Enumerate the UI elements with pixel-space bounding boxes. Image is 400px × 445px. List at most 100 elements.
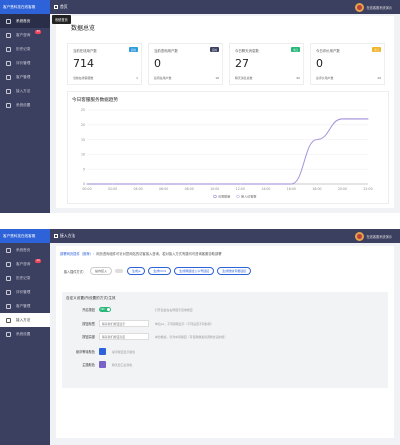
sidebar-item-label: 评价管理 xyxy=(16,60,31,65)
sidebar-item-home[interactable]: 系统首页 xyxy=(0,14,50,28)
x-tick-label: 04:00 xyxy=(133,187,142,191)
sidebar-item-integration[interactable]: 接入方法 xyxy=(0,84,50,98)
top-bar: 接入方法 在线客服系统演示 xyxy=(50,229,400,243)
gear-icon xyxy=(6,102,11,108)
x-tick-label: 00:00 xyxy=(82,187,91,191)
y-tick-label: 10 xyxy=(81,153,85,157)
sidebar-item-history[interactable]: 历史记录 xyxy=(0,271,50,285)
option-toggle[interactable] xyxy=(115,269,124,273)
sidebar-item-integration[interactable]: 接入方法 xyxy=(0,313,50,327)
code-icon xyxy=(6,88,11,94)
y-tick-label: 5 xyxy=(83,167,85,171)
avatar[interactable] xyxy=(354,231,364,241)
stat-value: 27 xyxy=(235,57,249,70)
sidebar-item-label: 历史记录 xyxy=(16,46,31,51)
sidebar-item-customers[interactable]: 客户管理 xyxy=(0,70,50,84)
user-menu[interactable]: 在线客服系统演示 xyxy=(354,231,400,241)
field-hint: 打开后会在右侧展示咨询按钮 xyxy=(155,307,193,312)
avatar[interactable] xyxy=(354,2,364,12)
sidebar-item-rating[interactable]: 评价管理 xyxy=(0,285,50,299)
sidebar-item-consult[interactable]: 客户咨询 12 xyxy=(0,257,50,271)
section-title: 自定义设置(所设置的方式)生效 xyxy=(66,296,116,300)
sidebar-item-label: 客户咨询 xyxy=(16,32,31,37)
x-tick-label: 12:00 xyxy=(236,187,245,191)
sidebar-nav: 系统首页 客户咨询 12 历史记录 评价管理 客户管理 接入方法 系统设置 xyxy=(0,243,50,341)
dashboard-panel: 数据总览 当前在线用户数 实时 714 当前在线客服数 1 当前咨询用户数 实时 … xyxy=(56,16,394,208)
integration-method-row: 接入插件方式： 站内接入 生成js 生成html 生成网络加公众号链接 生成微信… xyxy=(56,267,254,275)
breadcrumb-label: 接入方法 xyxy=(60,233,76,238)
data-point xyxy=(188,183,190,185)
home-icon xyxy=(6,247,11,253)
data-point xyxy=(367,118,369,120)
generate-wechat-link-button[interactable]: 生成微信专属链接 xyxy=(217,267,252,275)
breadcrumb-label: 首页 xyxy=(60,4,68,9)
star-icon xyxy=(6,60,11,66)
sidebar-item-consult[interactable]: 客户咨询 33 xyxy=(0,28,50,42)
enable-switch[interactable]: ON xyxy=(99,307,111,312)
dashboard-screen: 客户慧科技在线客服 系统首页 客户咨询 33 历史记录 评价管理 客户管理 接入方… xyxy=(0,0,400,213)
stat-foot-value: 29 xyxy=(377,76,381,80)
sidebar-item-settings[interactable]: 系统设置 xyxy=(0,327,50,341)
hover-color-swatch[interactable] xyxy=(99,348,106,355)
x-tick-label: 14:00 xyxy=(261,187,270,191)
sidebar-item-settings[interactable]: 系统设置 xyxy=(0,98,50,112)
field-theme-color: 主题颜色 聊天窗口主题色 xyxy=(66,361,132,368)
data-point xyxy=(163,183,165,185)
tooltip: 系统首页 xyxy=(52,15,71,24)
sidebar-item-label: 系统设置 xyxy=(16,102,31,107)
data-point xyxy=(316,139,318,141)
option-onsite[interactable]: 站内接入 xyxy=(90,267,113,275)
integration-panel: 部署网页插件（推荐）：网页咨询组件可针对您网站的访客接入咨询，若对接入方式有疑问… xyxy=(56,246,394,438)
y-tick-label: 0 xyxy=(83,182,85,186)
data-point xyxy=(341,118,343,120)
legend-marker xyxy=(236,194,240,199)
sidebar-item-label: 接入方法 xyxy=(16,88,31,93)
sidebar-item-label: 客户管理 xyxy=(16,303,31,308)
sidebar-item-history[interactable]: 历史记录 xyxy=(0,42,50,56)
page-title: 数据总览 xyxy=(71,25,96,32)
stat-label: 当前咨询用户数 xyxy=(154,49,178,53)
button-height-input[interactable] xyxy=(99,333,149,340)
sidebar-item-rating[interactable]: 评价管理 xyxy=(0,56,50,70)
stat-label: 今日评价用户数 xyxy=(316,49,340,53)
field-label: 开启按钮 xyxy=(82,308,95,312)
field-hint: 单位像素，针对中间按钮（可使用像素值调整合适的值） xyxy=(155,334,228,339)
stat-foot-value: 1 xyxy=(136,76,138,80)
generate-html-button[interactable]: 生成html xyxy=(148,267,172,275)
chat-icon xyxy=(6,32,11,38)
brand-logo[interactable]: 客户慧科技在线客服 xyxy=(0,0,50,14)
field-label: 按钮高度 xyxy=(82,335,95,339)
user-menu[interactable]: 在线客服系统演示 xyxy=(354,2,400,12)
menu-icon[interactable] xyxy=(54,234,58,238)
button-label-input[interactable] xyxy=(99,320,149,327)
row-label: 接入插件方式： xyxy=(63,269,86,274)
generate-js-button[interactable]: 生成js xyxy=(127,267,146,275)
sidebar-item-label: 系统首页 xyxy=(16,18,31,23)
field-button-label: 按钮标签 单位px，不同屏幕显示（不同设置不同的项） xyxy=(66,320,213,327)
stat-foot-label: 接待总用户数 xyxy=(154,76,172,80)
legend-label: 接入访客数 xyxy=(241,194,256,199)
sidebar-item-customers[interactable]: 客户管理 xyxy=(0,299,50,313)
theme-color-swatch[interactable] xyxy=(99,361,106,368)
stat-foot-value: 18 xyxy=(215,76,219,80)
stat-foot-label: 总评价用户数 xyxy=(316,76,334,80)
breadcrumb: 接入方法 xyxy=(50,233,75,239)
trend-chart: 0 5 10 15 20 25 00:00 02:00 04:00 06:00 08:00 10:00… xyxy=(81,108,373,199)
star-icon xyxy=(6,289,11,295)
unread-badge: 12 xyxy=(35,259,41,263)
x-tick-label: 08:00 xyxy=(185,187,194,191)
brand-logo[interactable]: 客户慧科技在线客服 xyxy=(0,229,50,243)
x-tick-label: 20:00 xyxy=(338,187,347,191)
custom-settings-section: 自定义设置(所设置的方式)生效 开启按钮 ON 打开后会在右侧展示咨询按钮 按钮… xyxy=(62,292,388,388)
legend-marker xyxy=(213,194,217,199)
generate-public-link-button[interactable]: 生成网络加公众号链接 xyxy=(174,267,215,275)
sidebar-item-home[interactable]: 系统首页 xyxy=(0,243,50,257)
menu-icon[interactable] xyxy=(54,5,58,9)
top-bar: 首页 在线客服系统演示 xyxy=(50,0,400,14)
sidebar-item-label: 系统首页 xyxy=(16,247,31,252)
sidebar-item-label: 客户咨询 xyxy=(16,261,31,266)
home-icon xyxy=(6,18,11,24)
unread-badge: 33 xyxy=(35,30,41,34)
data-point xyxy=(290,183,292,185)
history-icon xyxy=(6,46,11,52)
